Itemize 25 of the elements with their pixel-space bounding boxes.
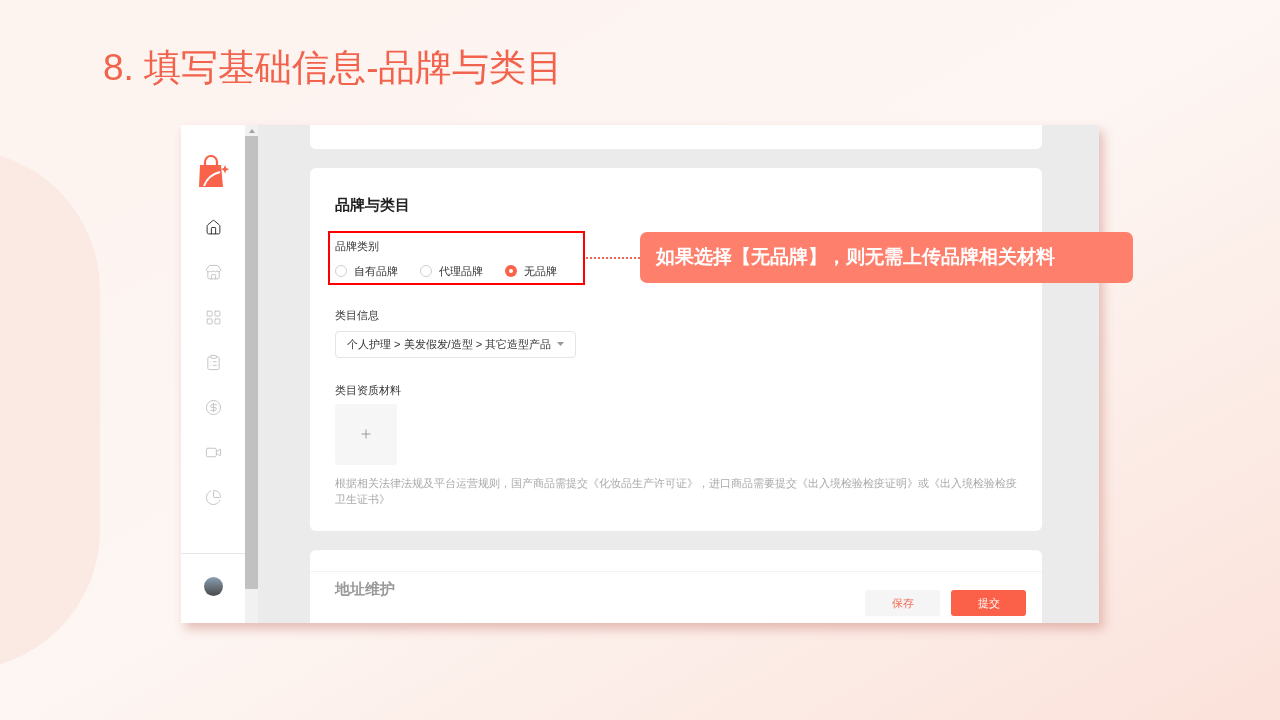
field-label: 品牌类别 bbox=[335, 239, 379, 253]
home-icon[interactable] bbox=[204, 219, 222, 236]
category-select[interactable]: 个人护理 > 美发假发/造型 > 其它造型产品 bbox=[335, 330, 576, 358]
section-title: 品牌与类目 bbox=[335, 195, 411, 215]
radio-option[interactable]: 代理品牌 bbox=[420, 263, 483, 280]
radio-option[interactable]: 无品牌 bbox=[505, 263, 557, 280]
store-icon[interactable] bbox=[204, 264, 222, 281]
dropdown-caret-icon bbox=[557, 342, 564, 346]
radio-option[interactable]: 自有品牌 bbox=[335, 263, 398, 280]
scroll-up-arrow-icon[interactable] bbox=[248, 128, 255, 133]
coin-icon[interactable] bbox=[204, 399, 222, 416]
pie-chart-icon[interactable] bbox=[204, 489, 222, 506]
plus-icon bbox=[359, 427, 373, 441]
hint-text: 根据相关法律法规及平台运营规则，国产商品需提交《化妆品生产许可证》，进口商品需要提交《出入境检验检疫证明》或《出入境检验检疫卫生证书》 bbox=[335, 475, 1018, 507]
radio-button[interactable] bbox=[505, 265, 517, 278]
slide-title: 8. 填写基础信息-品牌与类目 bbox=[103, 46, 564, 90]
shopping-bag-logo-icon bbox=[196, 155, 230, 189]
field-label: 类目信息 bbox=[335, 307, 379, 322]
avatar[interactable] bbox=[203, 577, 223, 596]
grid-icon[interactable] bbox=[204, 309, 222, 326]
upload-box[interactable] bbox=[335, 403, 397, 465]
callout: 如果选择【无品牌】，则无需上传品牌相关材料 bbox=[640, 232, 1133, 283]
clipboard-icon[interactable] bbox=[204, 354, 222, 371]
section-title: 地址维护 bbox=[335, 580, 395, 597]
field-label: 类目资质材料 bbox=[335, 382, 401, 397]
